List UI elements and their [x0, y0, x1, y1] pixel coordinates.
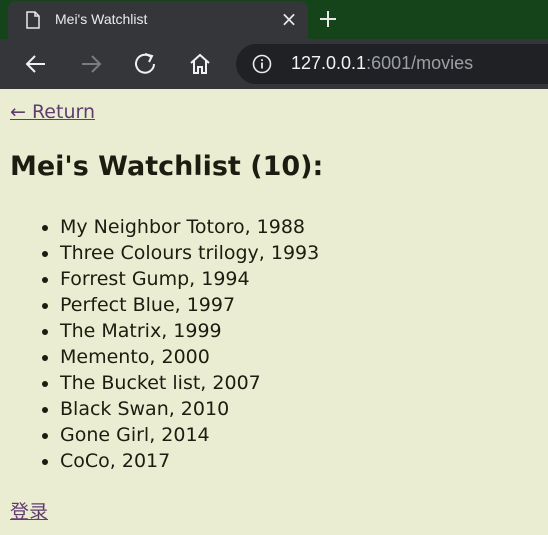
address-bar[interactable]: 127.0.0.1:6001/movies [236, 44, 548, 84]
movie-list-item: Perfect Blue, 1997 [60, 292, 319, 318]
browser-toolbar: 127.0.0.1:6001/movies [0, 39, 548, 89]
forward-arrow-icon [82, 55, 102, 73]
page-title: Mei's Watchlist (10): [10, 151, 324, 182]
tab-title: Mei's Watchlist [55, 11, 148, 27]
info-icon[interactable] [252, 54, 272, 74]
movie-list-item: Forrest Gump, 1994 [60, 266, 319, 292]
movie-list-item: Black Swan, 2010 [60, 396, 319, 422]
back-button[interactable] [22, 50, 50, 78]
close-icon[interactable]: × [280, 9, 298, 29]
reload-icon [135, 53, 155, 74]
browser-tab[interactable]: Mei's Watchlist × [8, 1, 308, 39]
forward-button[interactable] [77, 50, 105, 78]
movie-list-item: Three Colours trilogy, 1993 [60, 240, 319, 266]
login-link[interactable]: 登录 [10, 497, 48, 524]
page-icon [26, 11, 40, 29]
back-arrow-icon [25, 55, 45, 73]
movie-list-item: Gone Girl, 2014 [60, 422, 319, 448]
return-link[interactable]: ← Return [10, 101, 95, 123]
movie-list-item: My Neighbor Totoro, 1988 [60, 214, 319, 240]
movie-list-item: The Bucket list, 2007 [60, 370, 319, 396]
url-text[interactable]: 127.0.0.1:6001/movies [291, 53, 473, 74]
movie-list-item: The Matrix, 1999 [60, 318, 319, 344]
reload-button[interactable] [131, 50, 159, 78]
url-path: :6001/movies [366, 53, 474, 73]
tab-strip: Mei's Watchlist × [0, 0, 548, 39]
home-icon [190, 53, 210, 74]
movie-list-item: Memento, 2000 [60, 344, 319, 370]
new-tab-icon[interactable] [317, 8, 339, 30]
home-button[interactable] [186, 50, 214, 78]
movie-list: My Neighbor Totoro, 1988Three Colours tr… [10, 214, 319, 474]
movie-list-item: CoCo, 2017 [60, 448, 319, 474]
url-host: 127.0.0.1 [291, 53, 367, 73]
